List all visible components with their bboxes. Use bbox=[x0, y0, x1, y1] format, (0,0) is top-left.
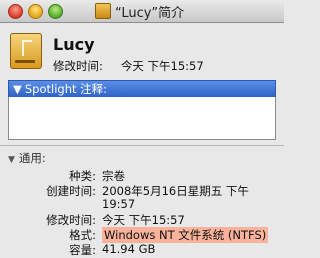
header-modified: 修改时间: 今天 下午15:57 bbox=[53, 58, 204, 74]
minimize-button[interactable] bbox=[28, 4, 43, 19]
usb-drive-icon[interactable] bbox=[10, 33, 42, 69]
title-bar[interactable]: “Lucy”简介 bbox=[0, 0, 284, 23]
drive-icon bbox=[95, 3, 111, 19]
spotlight-comment-field[interactable] bbox=[8, 97, 276, 140]
header-modified-label: 修改时间: bbox=[53, 59, 103, 73]
kind-label: 种类: bbox=[69, 169, 96, 183]
disclosure-triangle-open-icon[interactable]: ▼ bbox=[13, 82, 22, 96]
modified-value: 今天 下午15:57 bbox=[102, 213, 185, 227]
capacity-label: 容量: bbox=[69, 243, 96, 257]
general-section-label: 通用: bbox=[18, 151, 46, 165]
window-title: “Lucy”简介 bbox=[95, 3, 185, 21]
spotlight-section-header[interactable]: ▼ Spotlight 注释: bbox=[8, 80, 276, 98]
modified-label: 修改时间: bbox=[46, 213, 96, 227]
section-divider bbox=[0, 145, 284, 146]
format-value: Windows NT 文件系统 (NTFS) bbox=[102, 227, 269, 243]
general-section-header[interactable]: ▼ 通用: bbox=[8, 150, 46, 166]
kind-value: 宗卷 bbox=[102, 169, 125, 183]
zoom-button[interactable] bbox=[48, 4, 63, 19]
created-value-continued: 19:57 bbox=[102, 197, 136, 211]
info-header: Lucy 修改时间: 今天 下午15:57 bbox=[0, 23, 284, 75]
created-label: 创建时间: bbox=[46, 184, 96, 198]
header-modified-value: 今天 下午15:57 bbox=[120, 59, 204, 73]
get-info-window: “Lucy”简介 Lucy 修改时间: 今天 下午15:57 ▼ Spotlight… bbox=[0, 0, 284, 257]
item-name: Lucy bbox=[53, 35, 95, 54]
format-label: 格式: bbox=[69, 228, 96, 242]
window-title-text: “Lucy”简介 bbox=[115, 5, 185, 21]
disclosure-triangle-open-icon[interactable]: ▼ bbox=[8, 155, 15, 165]
capacity-value: 41.94 GB bbox=[102, 242, 156, 256]
close-button[interactable] bbox=[8, 4, 23, 19]
spotlight-section-label: Spotlight 注释: bbox=[24, 82, 108, 96]
